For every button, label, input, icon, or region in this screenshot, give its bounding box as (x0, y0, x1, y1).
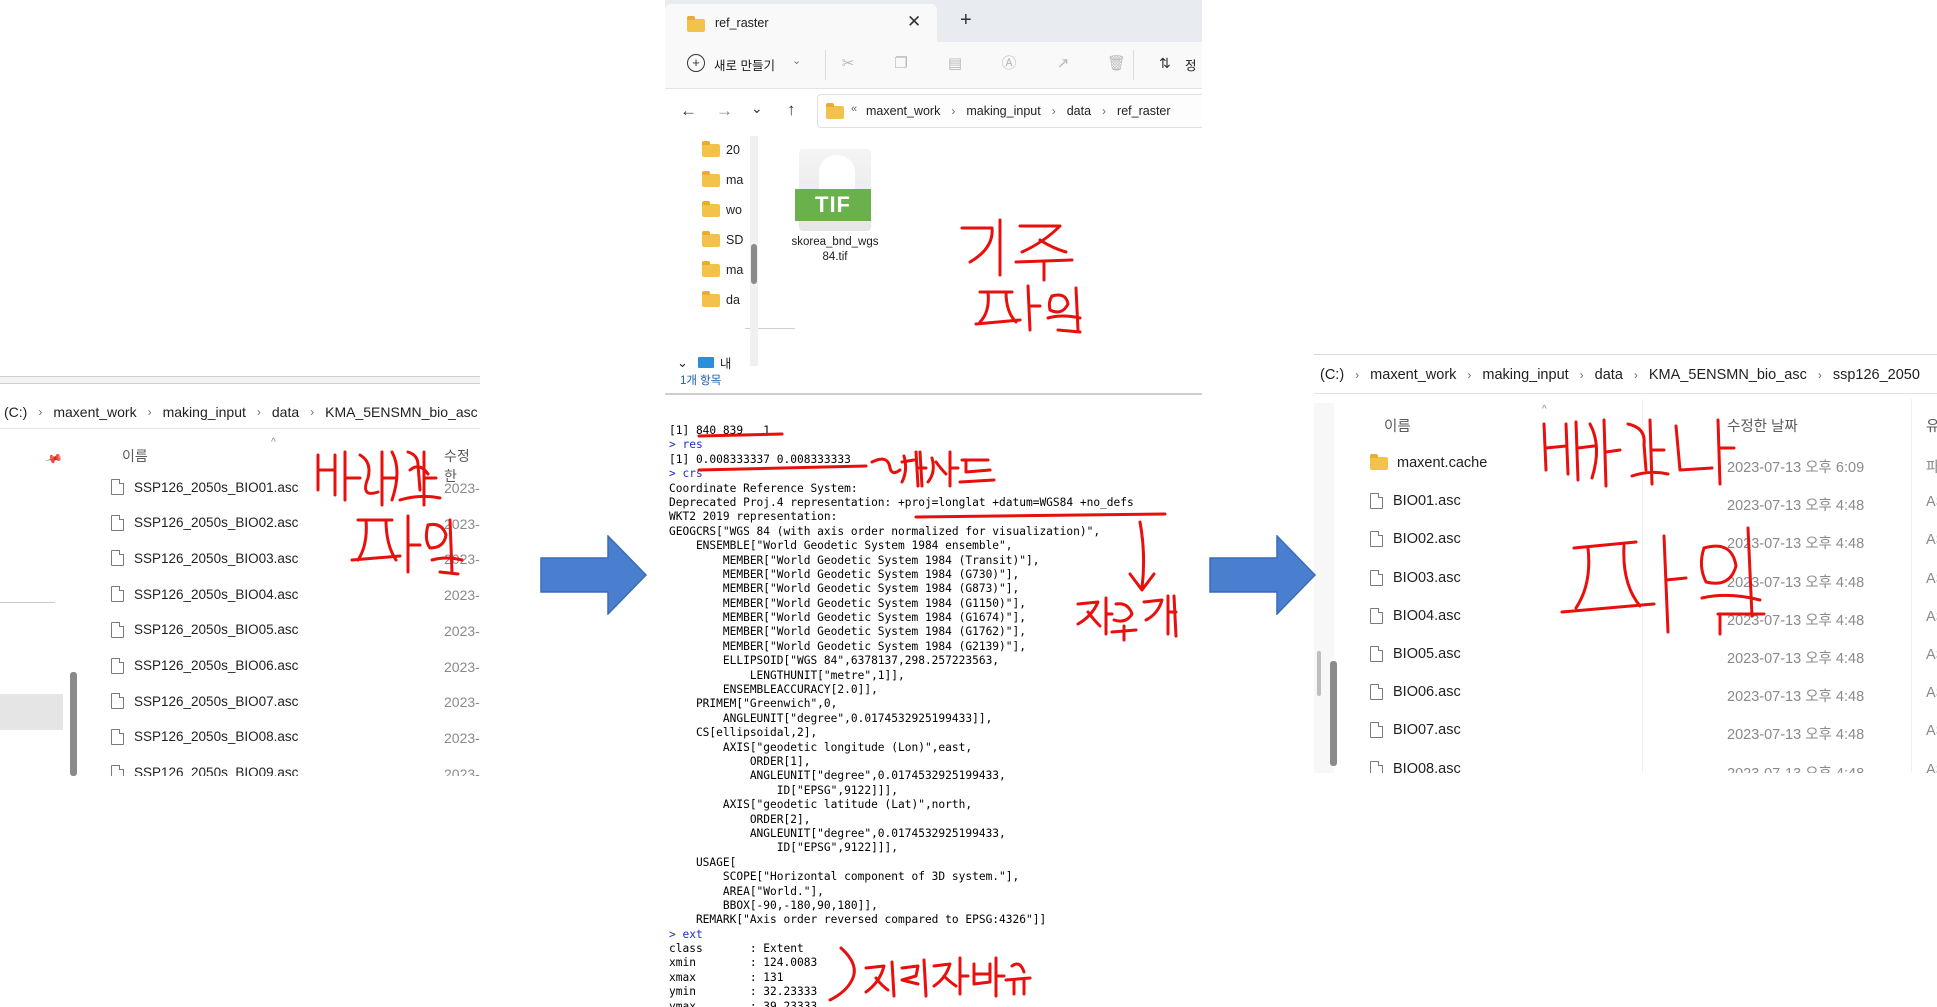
handwriting-resolution (870, 450, 996, 488)
handwriting-coordinates (1076, 594, 1178, 642)
underline-proj4 (914, 512, 1167, 519)
underline-resolution (697, 464, 868, 472)
handwriting-changed-file (1542, 418, 1766, 636)
down-arrow-annotation (1128, 520, 1156, 592)
underline-dimensions (697, 432, 784, 438)
handwriting-extent (864, 956, 1032, 998)
bracket-extent (828, 946, 856, 1002)
handwriting-reference-file (960, 218, 1082, 334)
handwriting-to-change-file (316, 450, 464, 576)
handwritten-annotations (316, 218, 1766, 1002)
